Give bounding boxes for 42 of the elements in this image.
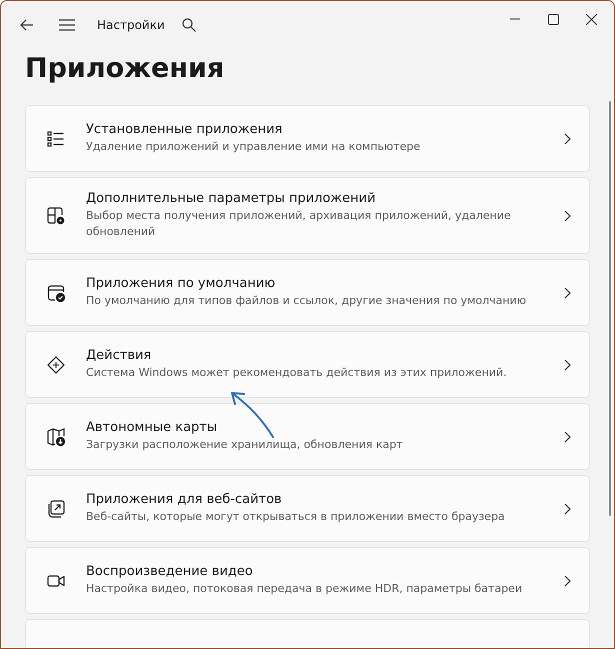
- scrollbar[interactable]: [609, 101, 611, 516]
- chevron-icon: [564, 574, 571, 586]
- window-check-icon: [46, 282, 66, 302]
- settings-card[interactable]: Приложения по умолчанию По умолчанию для типов файлов и ссылок, другие значения по умолчанию: [25, 259, 590, 326]
- card-description: Система Windows может рекомендовать действия из этих приложений.: [86, 365, 508, 381]
- chevron-icon: [564, 502, 571, 514]
- chevron-icon: [564, 358, 571, 370]
- settings-card[interactable]: Воспроизведение видео Настройка видео, потоковая передача в режиме HDR, параметры батареи: [25, 547, 590, 614]
- settings-card[interactable]: Действия Система Windows может рекомендовать действия из этих приложений.: [25, 331, 590, 398]
- card-title: Автономные карты: [86, 420, 218, 435]
- card-title: Приложения по умолчанию: [86, 276, 276, 291]
- card-description: Удаление приложений и управление ими на компьютере: [86, 139, 422, 155]
- chevron-icon: [564, 430, 571, 442]
- chevron-icon: [564, 132, 571, 144]
- card-description: Настройка видео, потоковая передача в режиме HDR, параметры батареи: [86, 581, 524, 597]
- settings-card[interactable]: Установленные приложения Удаление приложений и управление ими на компьютере: [25, 105, 590, 172]
- chevron-icon: [564, 286, 571, 298]
- back-arrow-icon: [20, 19, 34, 31]
- settings-card[interactable]: Дополнительные параметры приложений Выбор места получения приложений, архивация приложений, удаление обновлений: [25, 177, 590, 254]
- minimize-icon: [510, 18, 520, 20]
- search-icon: [182, 18, 196, 32]
- settings-card[interactable]: Приложения для веб-сайтов Веб-сайты, которые могут открываться в приложении вместо браузера: [25, 475, 590, 542]
- card-title: Установленные приложения: [86, 122, 284, 137]
- window-title: Настройки: [97, 18, 165, 32]
- card-description: Загрузки расположение хранилища, обновления карт: [86, 437, 404, 453]
- window-arrow-icon: [46, 498, 66, 518]
- card-title: Воспроизведение видео: [86, 564, 254, 579]
- list-icon: [46, 128, 66, 148]
- settings-card[interactable]: Автономные карты Загрузки расположение хранилища, обновления карт: [25, 403, 590, 470]
- page-title: Приложения: [25, 52, 226, 86]
- card-description: Выбор места получения приложений, архивация приложений, удаление обновлений: [86, 208, 512, 240]
- close-icon: [586, 14, 596, 24]
- card-description: Веб-сайты, которые могут открываться в приложении вместо браузера: [86, 509, 506, 525]
- map-download-icon: [46, 426, 66, 446]
- card-title: Действия: [86, 348, 152, 363]
- window-gear-icon: [46, 206, 66, 226]
- menu-icon: [59, 19, 75, 31]
- card-title: Приложения для веб-сайтов: [86, 492, 283, 507]
- maximize-icon: [548, 14, 558, 24]
- card-description: По умолчанию для типов файлов и ссылок, другие значения по умолчанию: [86, 293, 528, 309]
- card-title: Дополнительные параметры приложений: [86, 191, 377, 206]
- chevron-icon: [564, 210, 571, 222]
